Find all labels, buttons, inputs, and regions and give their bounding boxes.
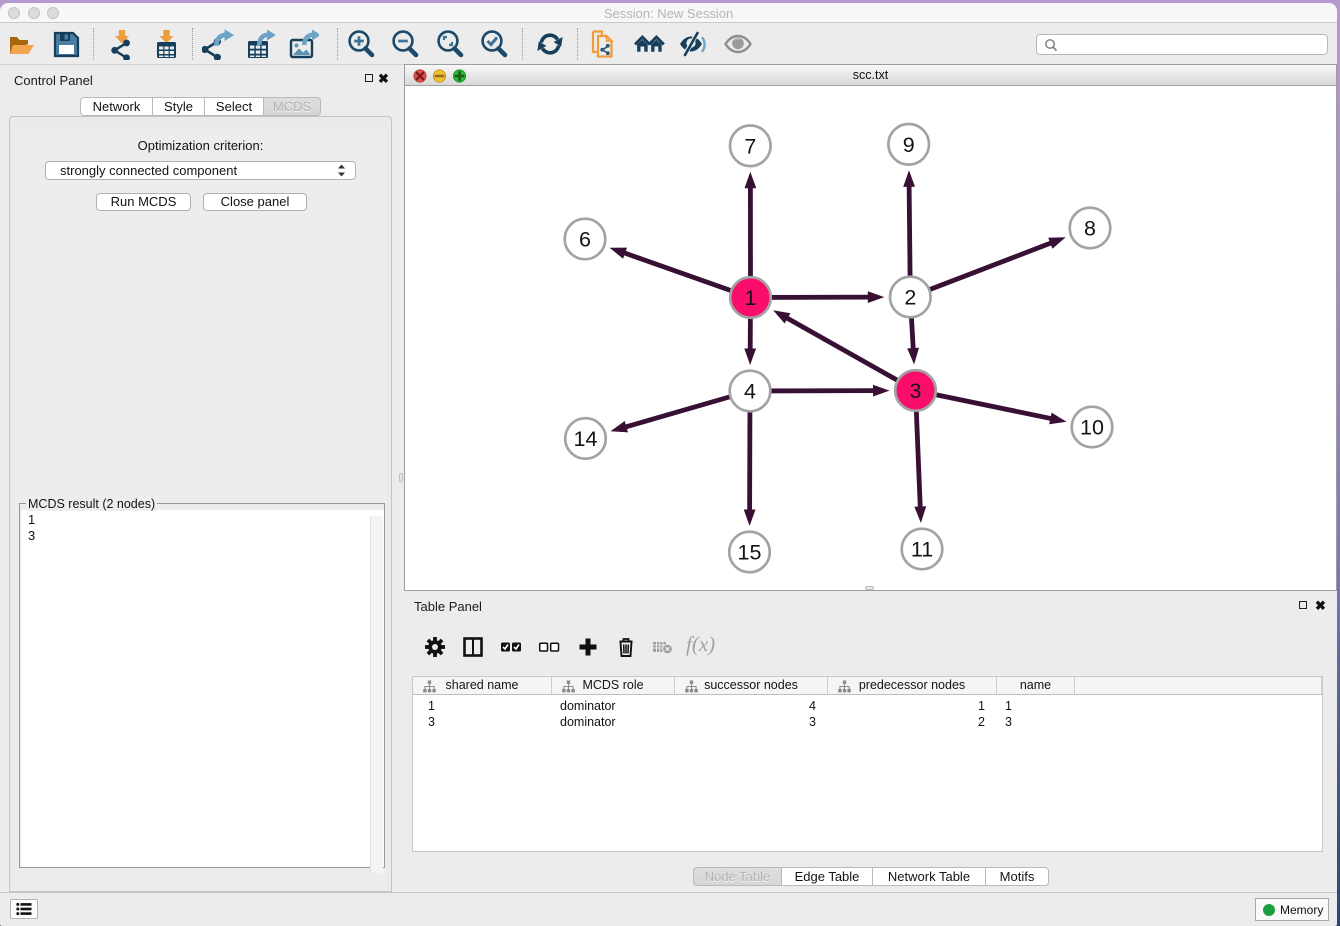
svg-text:2: 2 [904,286,916,310]
svg-text:4: 4 [744,380,756,404]
svg-text:7: 7 [744,134,756,158]
svg-text:1: 1 [745,286,757,310]
svg-text:14: 14 [574,427,598,451]
svg-text:15: 15 [738,541,762,565]
svg-text:11: 11 [911,538,933,562]
svg-text:10: 10 [1080,416,1104,440]
svg-text:8: 8 [1084,217,1096,241]
svg-text:3: 3 [910,379,922,403]
svg-text:9: 9 [903,133,915,157]
svg-text:6: 6 [579,228,591,252]
